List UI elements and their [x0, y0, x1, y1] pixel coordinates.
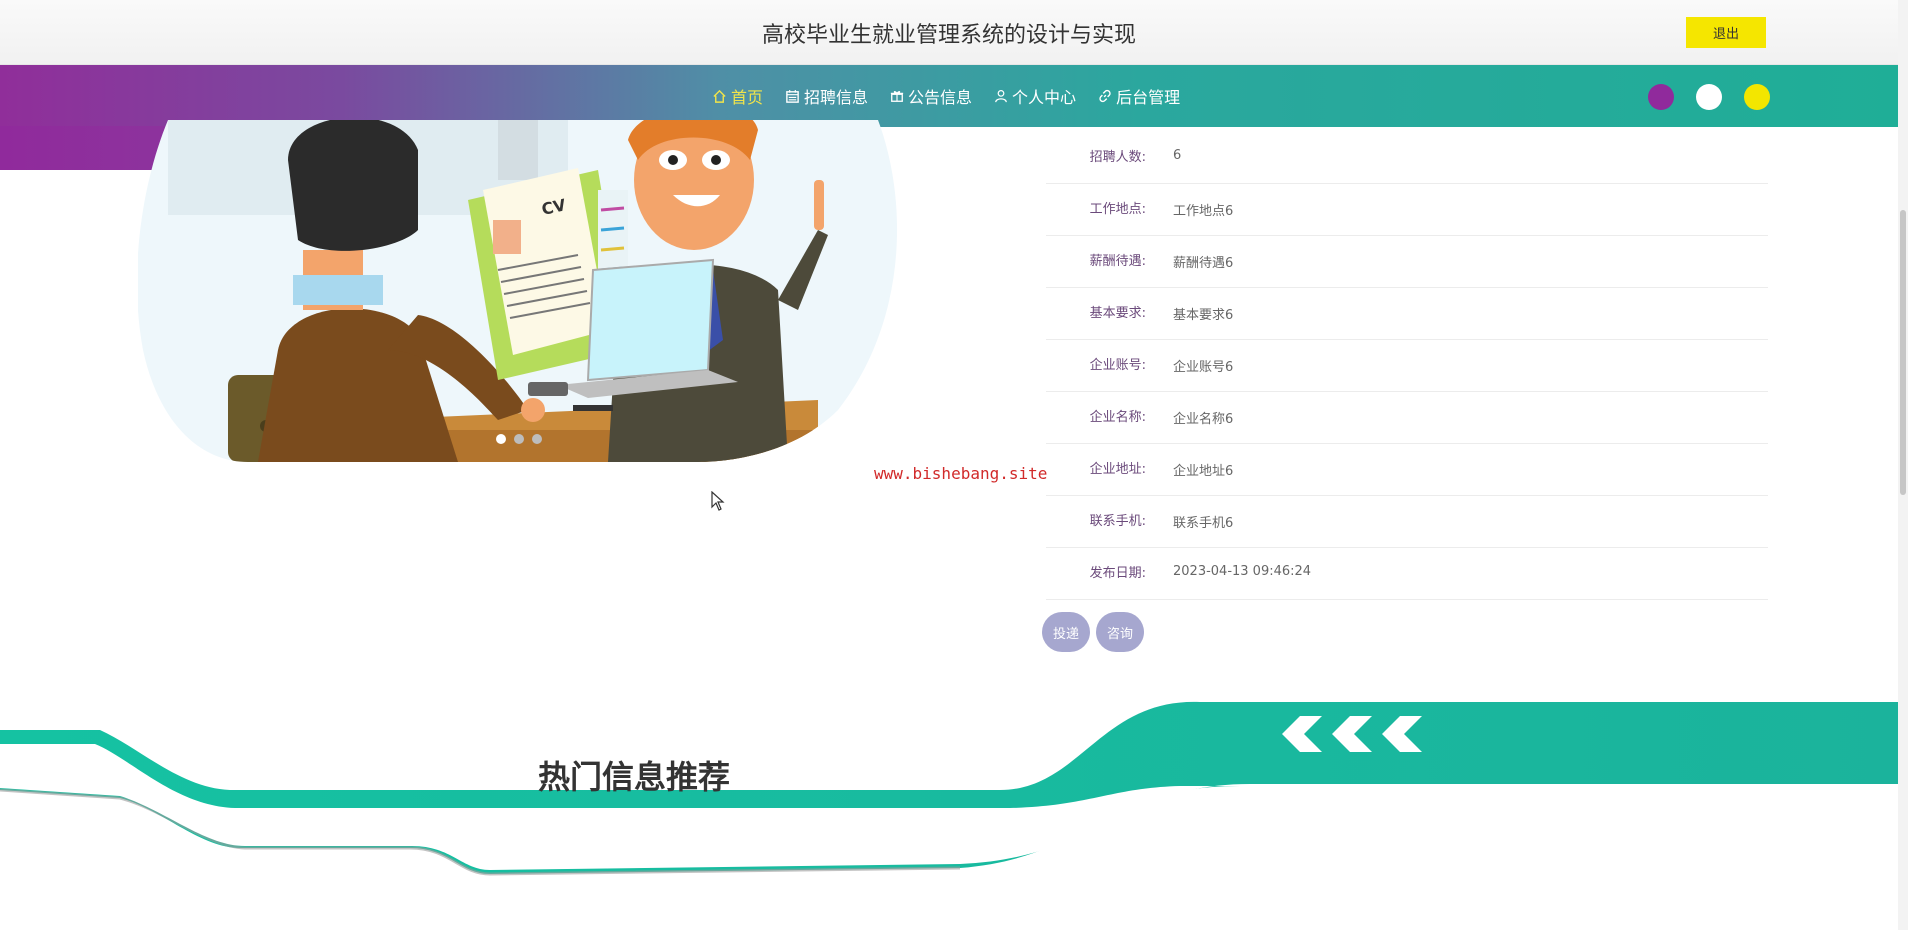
detail-row-salary: 薪酬待遇: 薪酬待遇6	[1046, 236, 1768, 288]
nav-item-announcements[interactable]: 公告信息	[890, 84, 972, 108]
theme-swatch-white[interactable]	[1696, 84, 1722, 110]
carousel-dot-3[interactable]	[532, 434, 542, 444]
home-icon	[713, 89, 726, 103]
detail-label: 薪酬待遇:	[1089, 254, 1146, 269]
detail-label: 联系手机:	[1089, 514, 1146, 529]
nav-item-home[interactable]: 首页	[712, 84, 763, 108]
nav-item-personal-center[interactable]: 个人中心	[994, 84, 1076, 108]
nav-bar: 首页 招聘信息 公告信息 个人中心 后台管理	[0, 65, 1898, 127]
logout-button[interactable]: 退出	[1686, 17, 1766, 48]
detail-label: 企业名称:	[1089, 410, 1146, 425]
link-icon	[1099, 89, 1111, 103]
job-detail-list: 招聘人数: 6 工作地点: 工作地点6 薪酬待遇: 薪酬待遇6 基本要求: 基本…	[1046, 132, 1768, 600]
nav-item-label: 首页	[731, 88, 764, 107]
carousel-image: CV	[138, 120, 898, 462]
detail-actions: 投递 咨询	[1042, 612, 1150, 652]
detail-row-company-account: 企业账号: 企业账号6	[1046, 340, 1768, 392]
nav-menu: 首页 招聘信息 公告信息 个人中心 后台管理	[712, 65, 1202, 127]
calendar-icon	[786, 89, 799, 103]
nav-item-admin[interactable]: 后台管理	[1098, 84, 1180, 108]
detail-value: 企业账号6	[1173, 360, 1234, 375]
carousel-dot-2[interactable]	[514, 434, 524, 444]
detail-label: 发布日期:	[1089, 566, 1146, 581]
mouse-cursor-icon	[711, 491, 725, 511]
detail-value: 联系手机6	[1173, 516, 1234, 531]
top-header: 高校毕业生就业管理系统的设计与实现 退出	[0, 0, 1898, 65]
nav-item-label: 后台管理	[1116, 88, 1181, 107]
detail-value: 6	[1173, 148, 1182, 163]
detail-value: 工作地点6	[1173, 204, 1234, 219]
detail-value: 薪酬待遇6	[1173, 256, 1234, 271]
gift-icon	[890, 91, 904, 102]
detail-label: 招聘人数:	[1089, 150, 1146, 165]
detail-value: 企业地址6	[1173, 464, 1234, 479]
apply-button[interactable]: 投递	[1042, 612, 1090, 652]
detail-row-phone: 联系手机: 联系手机6	[1046, 496, 1768, 548]
scrollbar-thumb[interactable]	[1900, 210, 1906, 495]
detail-row-headcount: 招聘人数: 6	[1046, 132, 1768, 184]
detail-value: 2023-04-13 09:46:24	[1173, 564, 1312, 579]
detail-label: 企业账号:	[1089, 358, 1146, 373]
carousel-dot-1[interactable]	[496, 434, 506, 444]
detail-row-company-address: 企业地址: 企业地址6	[1046, 444, 1768, 496]
page: 高校毕业生就业管理系统的设计与实现 退出 首页 招聘信息 公告信息 个人中心 后…	[0, 0, 1908, 930]
consult-button[interactable]: 咨询	[1096, 612, 1144, 652]
detail-value: 基本要求6	[1173, 308, 1234, 323]
detail-label: 基本要求:	[1089, 306, 1146, 321]
detail-row-company-name: 企业名称: 企业名称6	[1046, 392, 1768, 444]
nav-item-label: 招聘信息	[804, 88, 869, 107]
nav-item-label: 个人中心	[1012, 88, 1077, 107]
theme-swatch-yellow[interactable]	[1744, 84, 1770, 110]
chevron-left-icon	[1282, 716, 1422, 752]
detail-label: 企业地址:	[1089, 462, 1146, 477]
theme-swatch-purple[interactable]	[1648, 84, 1674, 110]
detail-label: 工作地点:	[1089, 202, 1146, 217]
detail-row-location: 工作地点: 工作地点6	[1046, 184, 1768, 236]
watermark-text: www.bishebang.site	[874, 464, 1048, 483]
detail-value: 企业名称6	[1173, 412, 1234, 427]
detail-row-publish-date: 发布日期: 2023-04-13 09:46:24	[1046, 548, 1768, 600]
hot-recommendations-title: 热门信息推荐	[538, 758, 731, 796]
section-banner	[0, 701, 1898, 876]
detail-row-requirements: 基本要求: 基本要求6	[1046, 288, 1768, 340]
nav-item-recruitment[interactable]: 招聘信息	[785, 84, 868, 108]
nav-item-label: 公告信息	[908, 88, 973, 107]
site-title: 高校毕业生就业管理系统的设计与实现	[761, 23, 1136, 48]
vertical-scrollbar[interactable]	[1898, 0, 1908, 930]
user-icon	[995, 89, 1007, 103]
